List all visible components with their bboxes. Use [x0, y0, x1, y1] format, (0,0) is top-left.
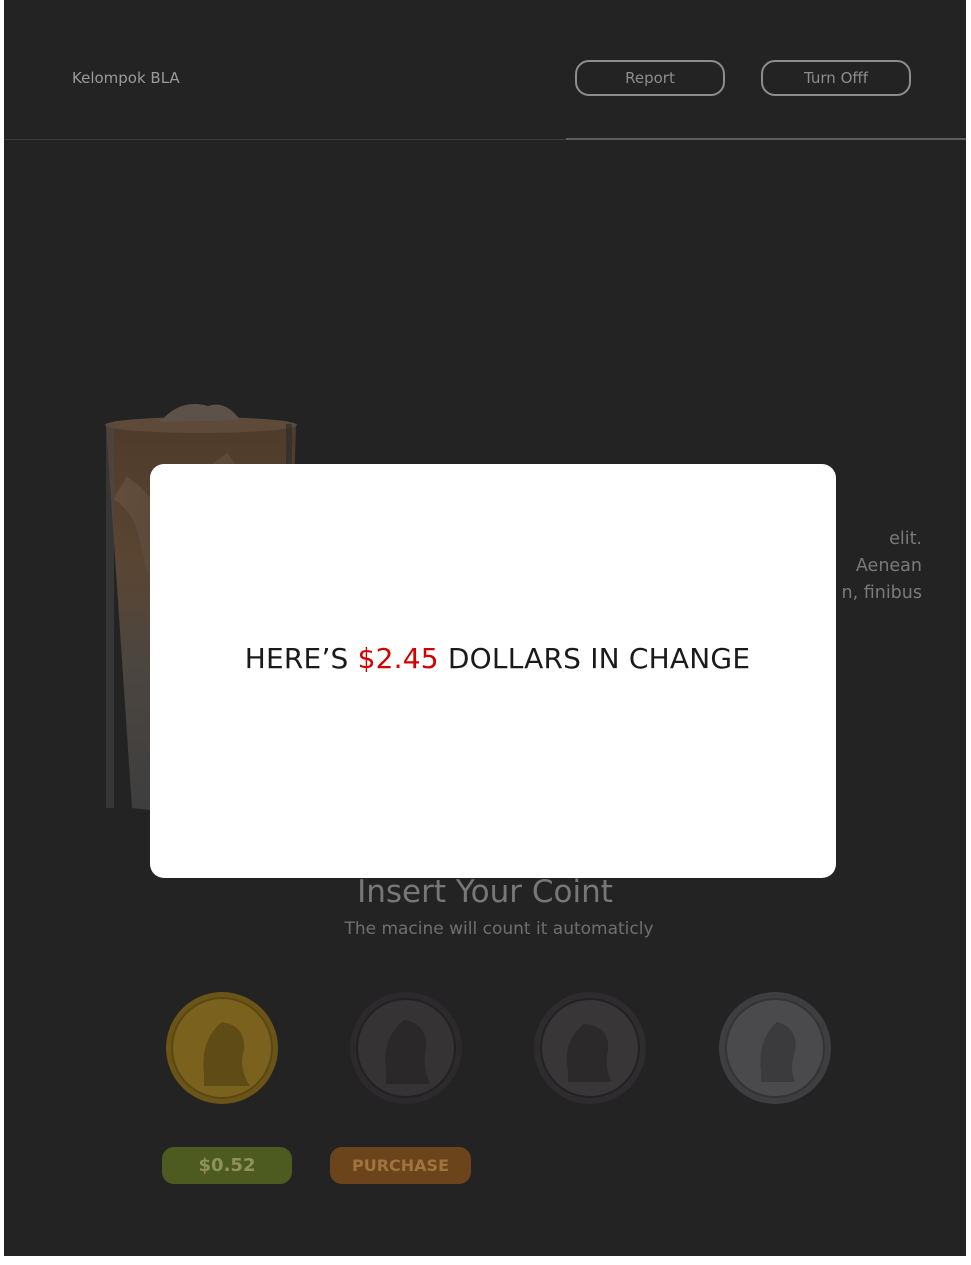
change-amount: $2.45 [357, 642, 439, 675]
brand-label: Kelompok BLA [72, 69, 180, 87]
app-screen: Kelompok BLA Report Turn Offf elit. Aene… [4, 0, 966, 1256]
quarter-icon[interactable] [717, 990, 833, 1106]
nickel-icon[interactable] [348, 990, 464, 1106]
purchase-button[interactable]: PURCHASE [330, 1147, 471, 1184]
report-button[interactable]: Report [575, 60, 725, 96]
change-message-suffix: DOLLARS IN CHANGE [438, 642, 751, 675]
change-message: HERE’S $2.45 DOLLARS IN CHANGE [150, 642, 845, 675]
insert-title: Insert Your Coint [357, 874, 613, 910]
dime-icon[interactable] [532, 990, 648, 1106]
balance-badge: $0.52 [162, 1147, 292, 1184]
change-modal: HERE’S $2.45 DOLLARS IN CHANGE [150, 464, 836, 878]
insert-subtitle: The macine will count it automaticly [344, 919, 654, 939]
penny-icon[interactable] [164, 990, 280, 1106]
turn-off-button[interactable]: Turn Offf [761, 60, 911, 96]
header-divider-highlight [566, 138, 966, 140]
change-message-prefix: HERE’S [244, 642, 358, 675]
